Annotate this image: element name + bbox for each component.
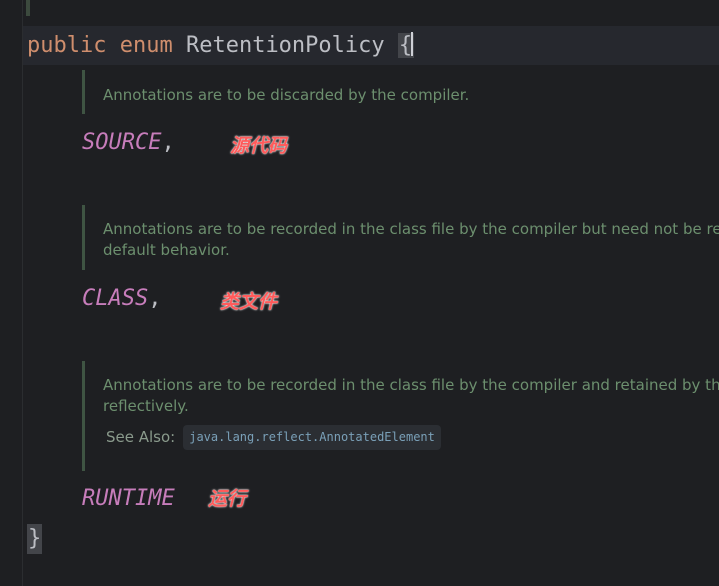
doc-line: default behavior. xyxy=(103,241,230,259)
doc-comment-runtime: Annotations are to be recorded in the cl… xyxy=(82,361,719,471)
doc-comment-source: Annotations are to be discarded by the c… xyxy=(82,70,719,114)
enum-constant-runtime[interactable]: RUNTIME xyxy=(82,484,175,514)
doc-line: Annotations are to be recorded in the cl… xyxy=(103,376,719,394)
doc-comment-class: Annotations are to be recorded in the cl… xyxy=(82,205,719,270)
gutter-divider xyxy=(22,0,23,586)
code-editor[interactable]: public enum RetentionPolicy { Annotation… xyxy=(0,0,719,586)
doc-line: reflectively. xyxy=(103,397,189,415)
see-also-link[interactable]: java.lang.reflect.AnnotatedElement xyxy=(183,425,441,450)
enum-constant-source[interactable]: SOURCE, xyxy=(82,128,175,158)
fold-marker xyxy=(26,0,30,16)
close-brace: } xyxy=(27,524,43,554)
annotation-note-class: 类文件 xyxy=(220,291,278,313)
open-brace: { xyxy=(397,32,415,58)
annotation-note-runtime: 运行 xyxy=(208,488,247,510)
keyword-public: public xyxy=(27,33,107,58)
doc-line: Annotations are to be recorded in the cl… xyxy=(103,220,719,238)
enum-name: RetentionPolicy xyxy=(185,33,385,58)
text-caret xyxy=(411,32,414,56)
enum-declaration[interactable]: public enum RetentionPolicy { xyxy=(27,31,415,61)
see-also: See Also: java.lang.reflect.AnnotatedEle… xyxy=(103,425,719,450)
keyword-enum: enum xyxy=(119,33,173,58)
enum-constant-class[interactable]: CLASS, xyxy=(82,284,161,314)
annotation-note-source: 源代码 xyxy=(230,135,288,157)
see-also-label: See Also: xyxy=(106,428,176,446)
doc-line: Annotations are to be discarded by the c… xyxy=(103,86,470,104)
